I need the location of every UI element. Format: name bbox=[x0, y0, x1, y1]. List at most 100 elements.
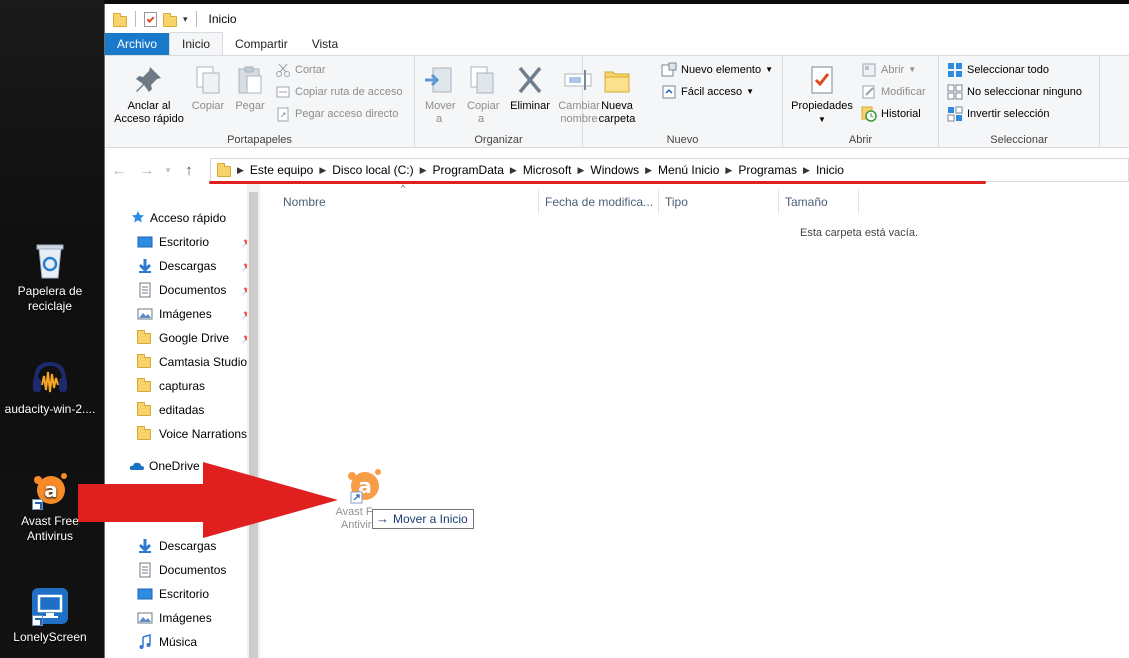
divider bbox=[195, 11, 197, 27]
properties-button[interactable]: Propiedades ▼ bbox=[787, 60, 857, 126]
tab-inicio[interactable]: Inicio bbox=[169, 32, 224, 55]
pin-quick-access-button[interactable]: Anclar al Acceso rápido bbox=[109, 60, 189, 126]
nav-item-label: Acceso rápido bbox=[150, 211, 227, 225]
paste-shortcut-button[interactable]: Pegar acceso directo bbox=[275, 104, 398, 124]
file-list[interactable]: ^ Nombre Fecha de modifica... Tipo Tamañ… bbox=[263, 183, 1129, 658]
invert-selection-button[interactable]: Invertir selección bbox=[947, 104, 1050, 124]
nav-item-voice-narrations[interactable]: Voice Narrations bbox=[105, 422, 260, 446]
chevron-down-icon[interactable]: ▾ bbox=[161, 165, 175, 176]
back-arrow-icon[interactable]: ← bbox=[105, 162, 133, 179]
chevron-right-icon[interactable]: ▶ bbox=[319, 165, 326, 176]
forward-arrow-icon[interactable]: → bbox=[133, 162, 161, 179]
breadcrumb-este-equipo[interactable]: Este equipo bbox=[244, 163, 319, 177]
copy-path-button[interactable]: Copiar ruta de acceso bbox=[275, 82, 403, 102]
delete-x-icon bbox=[514, 64, 546, 96]
folder-icon bbox=[137, 426, 153, 442]
nav-item-descargas[interactable]: Descargas 📌 bbox=[105, 254, 260, 278]
nav-item-label: editadas bbox=[159, 403, 205, 417]
desktop-icon-lonelyscreen[interactable]: LonelyScreen bbox=[0, 586, 100, 645]
chevron-right-icon[interactable]: ▶ bbox=[578, 165, 585, 176]
nav-item-label: Escritorio bbox=[159, 587, 210, 601]
tab-vista[interactable]: Vista bbox=[300, 33, 350, 55]
nav-item-google-drive[interactable]: Google Drive 📌 bbox=[105, 326, 260, 350]
nav-item-label: Escritorio bbox=[159, 235, 210, 249]
delete-button[interactable]: Eliminar bbox=[507, 60, 553, 113]
copy-to-icon bbox=[465, 64, 497, 96]
nav-item-escritorio-pc[interactable]: Escritorio bbox=[105, 582, 260, 606]
pin-label: Anclar al Acceso rápido bbox=[114, 100, 184, 125]
nav-item-musica[interactable]: Música bbox=[105, 630, 260, 654]
group-label: Organizar bbox=[474, 134, 523, 146]
chevron-right-icon[interactable]: ▶ bbox=[420, 165, 427, 176]
nav-item-imagenes-pc[interactable]: Imágenes bbox=[105, 606, 260, 630]
drag-tooltip-text: Mover a Inicio bbox=[393, 512, 468, 526]
folder-icon bbox=[137, 378, 153, 394]
column-header-tipo[interactable]: Tipo bbox=[659, 190, 779, 214]
chevron-right-icon[interactable]: ▶ bbox=[803, 165, 810, 176]
nav-item-documentos[interactable]: Documentos 📌 bbox=[105, 278, 260, 302]
column-header-nombre[interactable]: Nombre bbox=[277, 190, 539, 214]
breadcrumb-microsoft[interactable]: Microsoft bbox=[517, 163, 578, 177]
history-button[interactable]: Historial bbox=[861, 104, 921, 124]
drag-tooltip: → Mover a Inicio bbox=[372, 509, 474, 529]
copy-to-button[interactable]: Copiar a bbox=[461, 60, 501, 126]
tab-archivo[interactable]: Archivo bbox=[105, 33, 170, 55]
window-folder-icon bbox=[113, 12, 127, 27]
column-header-tamano[interactable]: Tamaño bbox=[779, 190, 859, 214]
new-folder-qa-icon[interactable] bbox=[163, 12, 177, 27]
breadcrumb-programdata[interactable]: ProgramData bbox=[427, 163, 510, 177]
new-item-label: Nuevo elemento bbox=[681, 64, 762, 76]
window-title: Inicio bbox=[208, 12, 237, 26]
scissors-icon bbox=[275, 62, 291, 78]
select-all-button[interactable]: Seleccionar todo bbox=[947, 60, 1049, 80]
column-header-fecha[interactable]: Fecha de modifica... bbox=[539, 190, 659, 214]
chevron-right-icon[interactable]: ▶ bbox=[645, 165, 652, 176]
properties-icon bbox=[806, 64, 838, 96]
paste-button[interactable]: Pegar bbox=[231, 60, 269, 113]
properties-qa-icon[interactable] bbox=[144, 11, 157, 27]
copy-button[interactable]: Copiar bbox=[189, 60, 227, 113]
select-all-icon bbox=[947, 62, 963, 78]
nav-item-label: Google Drive bbox=[159, 331, 230, 345]
new-item-button[interactable]: Nuevo elemento ▼ bbox=[661, 60, 773, 80]
breadcrumb-menu-inicio[interactable]: Menú Inicio bbox=[652, 163, 725, 177]
up-arrow-icon[interactable]: ↑ bbox=[175, 162, 203, 179]
nav-item-escritorio[interactable]: Escritorio 📌 bbox=[105, 230, 260, 254]
invert-selection-label: Invertir selección bbox=[967, 108, 1050, 120]
edit-button[interactable]: Modificar bbox=[861, 82, 926, 102]
easy-access-button[interactable]: Fácil acceso ▼ bbox=[661, 82, 754, 102]
chevron-right-icon[interactable]: ▶ bbox=[725, 165, 732, 176]
chevron-right-icon[interactable]: ▶ bbox=[237, 165, 244, 176]
customize-qa-dropdown-icon[interactable]: ▾ bbox=[183, 14, 188, 25]
breadcrumb-inicio[interactable]: Inicio bbox=[810, 163, 850, 177]
breadcrumb-windows[interactable]: Windows bbox=[584, 163, 645, 177]
breadcrumb-disco-local[interactable]: Disco local (C:) bbox=[326, 163, 419, 177]
nav-item-imagenes[interactable]: Imágenes 📌 bbox=[105, 302, 260, 326]
cut-button[interactable]: Cortar bbox=[275, 60, 326, 80]
open-button[interactable]: Abrir ▼ bbox=[861, 60, 916, 80]
tab-compartir[interactable]: Compartir bbox=[223, 33, 300, 55]
nav-item-editadas[interactable]: editadas bbox=[105, 398, 260, 422]
group-nuevo: Nueva carpeta Nuevo elemento ▼ Fácil acc… bbox=[583, 56, 783, 148]
desktop-icon-recycle-bin[interactable]: Papelera de reciclaje bbox=[0, 240, 100, 314]
navigation-pane: Acceso rápido Escritorio 📌 Descargas 📌 D… bbox=[105, 184, 260, 658]
chevron-down-icon: ▼ bbox=[746, 87, 755, 96]
breadcrumb-programas[interactable]: Programas bbox=[732, 163, 803, 177]
desktop-icon-label: Papelera de reciclaje bbox=[17, 284, 83, 313]
pictures-icon bbox=[137, 610, 153, 626]
nav-item-capturas[interactable]: capturas bbox=[105, 374, 260, 398]
new-folder-label: Nueva carpeta bbox=[598, 100, 636, 125]
nav-item-label: Camtasia Studio bbox=[159, 355, 248, 369]
nav-item-camtasia-studio[interactable]: Camtasia Studio bbox=[105, 350, 260, 374]
desktop-icon-audacity[interactable]: audacity-win-2.... bbox=[0, 358, 100, 417]
move-to-button[interactable]: Mover a bbox=[419, 60, 459, 126]
chevron-right-icon[interactable]: ▶ bbox=[510, 165, 517, 176]
nav-item-label: capturas bbox=[159, 379, 206, 393]
nav-pane-scrollbar[interactable] bbox=[247, 184, 260, 658]
nav-item-quick-access[interactable]: Acceso rápido bbox=[105, 206, 260, 230]
move-to-icon bbox=[423, 64, 455, 96]
new-folder-button[interactable]: Nueva carpeta bbox=[589, 60, 645, 126]
select-none-button[interactable]: No seleccionar ninguno bbox=[947, 82, 1082, 102]
address-bar[interactable]: ▶ Este equipo ▶ Disco local (C:) ▶ Progr… bbox=[210, 158, 1129, 182]
scrollbar-thumb[interactable] bbox=[249, 192, 258, 658]
